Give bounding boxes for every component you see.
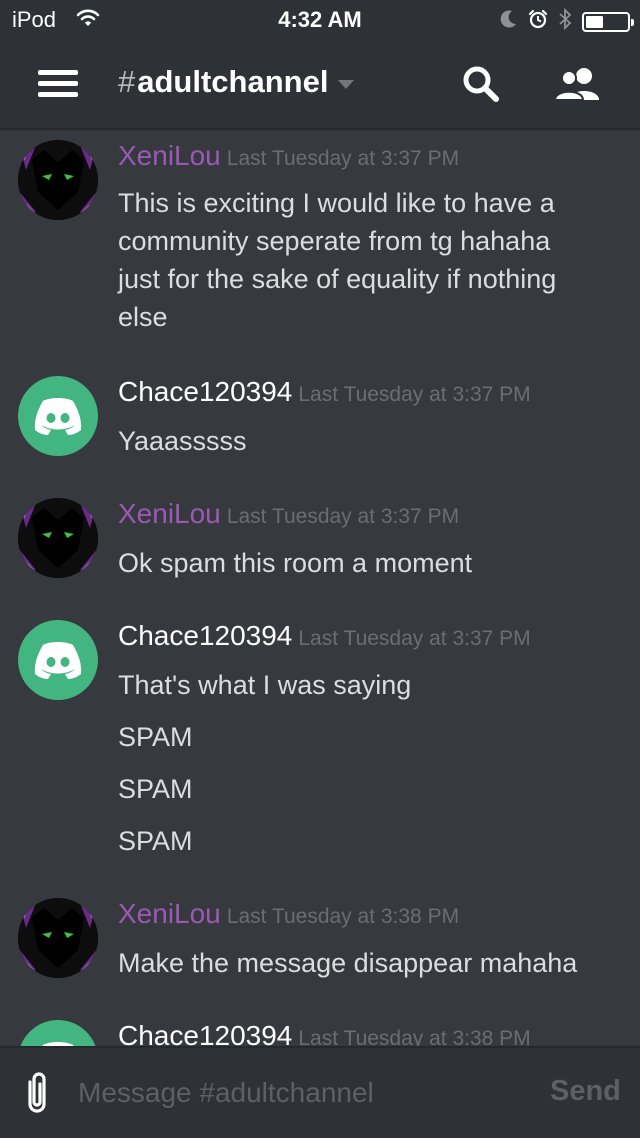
message-text: Make the message disappear mahaha	[118, 948, 578, 978]
moon-icon	[500, 9, 518, 34]
message-header: Chace120394 Last Tuesday at 3:37 PM	[118, 620, 531, 652]
message-composer: Send	[0, 1046, 640, 1138]
message-text: else	[118, 302, 168, 332]
message-timestamp: Last Tuesday at 3:37 PM	[226, 147, 460, 170]
hamburger-menu-icon[interactable]	[38, 70, 78, 100]
message-header: XeniLou Last Tuesday at 3:37 PM	[118, 498, 459, 530]
bluetooth-icon	[558, 7, 572, 35]
message-header: XeniLou Last Tuesday at 3:37 PM	[118, 140, 459, 172]
message-header: Chace120394 Last Tuesday at 3:37 PM	[118, 376, 531, 408]
message-timestamp: Last Tuesday at 3:38 PM	[298, 1027, 531, 1046]
author-name[interactable]: Chace120394	[118, 620, 292, 651]
message-text: SPAM	[118, 722, 193, 752]
message-timestamp: Last Tuesday at 3:37 PM	[298, 383, 531, 406]
channel-hash: #	[118, 64, 136, 99]
send-button[interactable]: Send	[550, 1075, 621, 1108]
author-name[interactable]: Chace120394	[118, 1020, 292, 1046]
channel-selector[interactable]: # adultchannel	[118, 64, 355, 100]
channel-name: adultchannel	[137, 64, 329, 99]
message-text: community seperate from tg hahaha	[118, 226, 551, 256]
message-timestamp: Last Tuesday at 3:37 PM	[226, 505, 460, 528]
status-bar: iPod 4:32 AM	[0, 0, 640, 40]
search-icon[interactable]	[462, 65, 500, 108]
message-text: Yaaasssss	[118, 426, 247, 456]
message-header: XeniLou Last Tuesday at 3:38 PM	[118, 898, 459, 930]
message-text: That's what I was saying	[118, 670, 412, 700]
author-name[interactable]: XeniLou	[118, 898, 221, 929]
channel-header: # adultchannel	[0, 40, 640, 130]
message-text: just for the sake of equality if nothing	[118, 264, 557, 294]
message-text: Ok spam this room a moment	[118, 548, 473, 578]
author-name[interactable]: Chace120394	[118, 376, 292, 407]
alarm-icon	[528, 9, 548, 34]
discord-default-avatar[interactable]	[18, 376, 98, 456]
wolf-avatar[interactable]	[18, 898, 98, 978]
message-list[interactable]: XeniLou Last Tuesday at 3:37 PM This is e…	[0, 130, 640, 1046]
message-header: Chace120394 Last Tuesday at 3:38 PM	[118, 1020, 531, 1046]
message-text: SPAM	[118, 774, 193, 804]
battery-icon	[582, 11, 634, 32]
message-timestamp: Last Tuesday at 3:38 PM	[226, 905, 460, 928]
wolf-avatar[interactable]	[18, 498, 98, 578]
message-timestamp: Last Tuesday at 3:37 PM	[298, 627, 531, 650]
discord-default-avatar[interactable]	[18, 620, 98, 700]
message-text: SPAM	[118, 826, 193, 856]
chevron-down-icon	[338, 79, 355, 89]
message-text: This is exciting I would like to have a	[118, 188, 555, 218]
author-name[interactable]: XeniLou	[118, 498, 221, 529]
members-icon[interactable]	[553, 66, 602, 107]
paperclip-icon[interactable]	[22, 1070, 52, 1121]
discord-default-avatar[interactable]	[18, 1020, 98, 1046]
wolf-avatar[interactable]	[18, 140, 98, 220]
author-name[interactable]: XeniLou	[118, 140, 221, 171]
message-input[interactable]	[76, 1070, 520, 1116]
